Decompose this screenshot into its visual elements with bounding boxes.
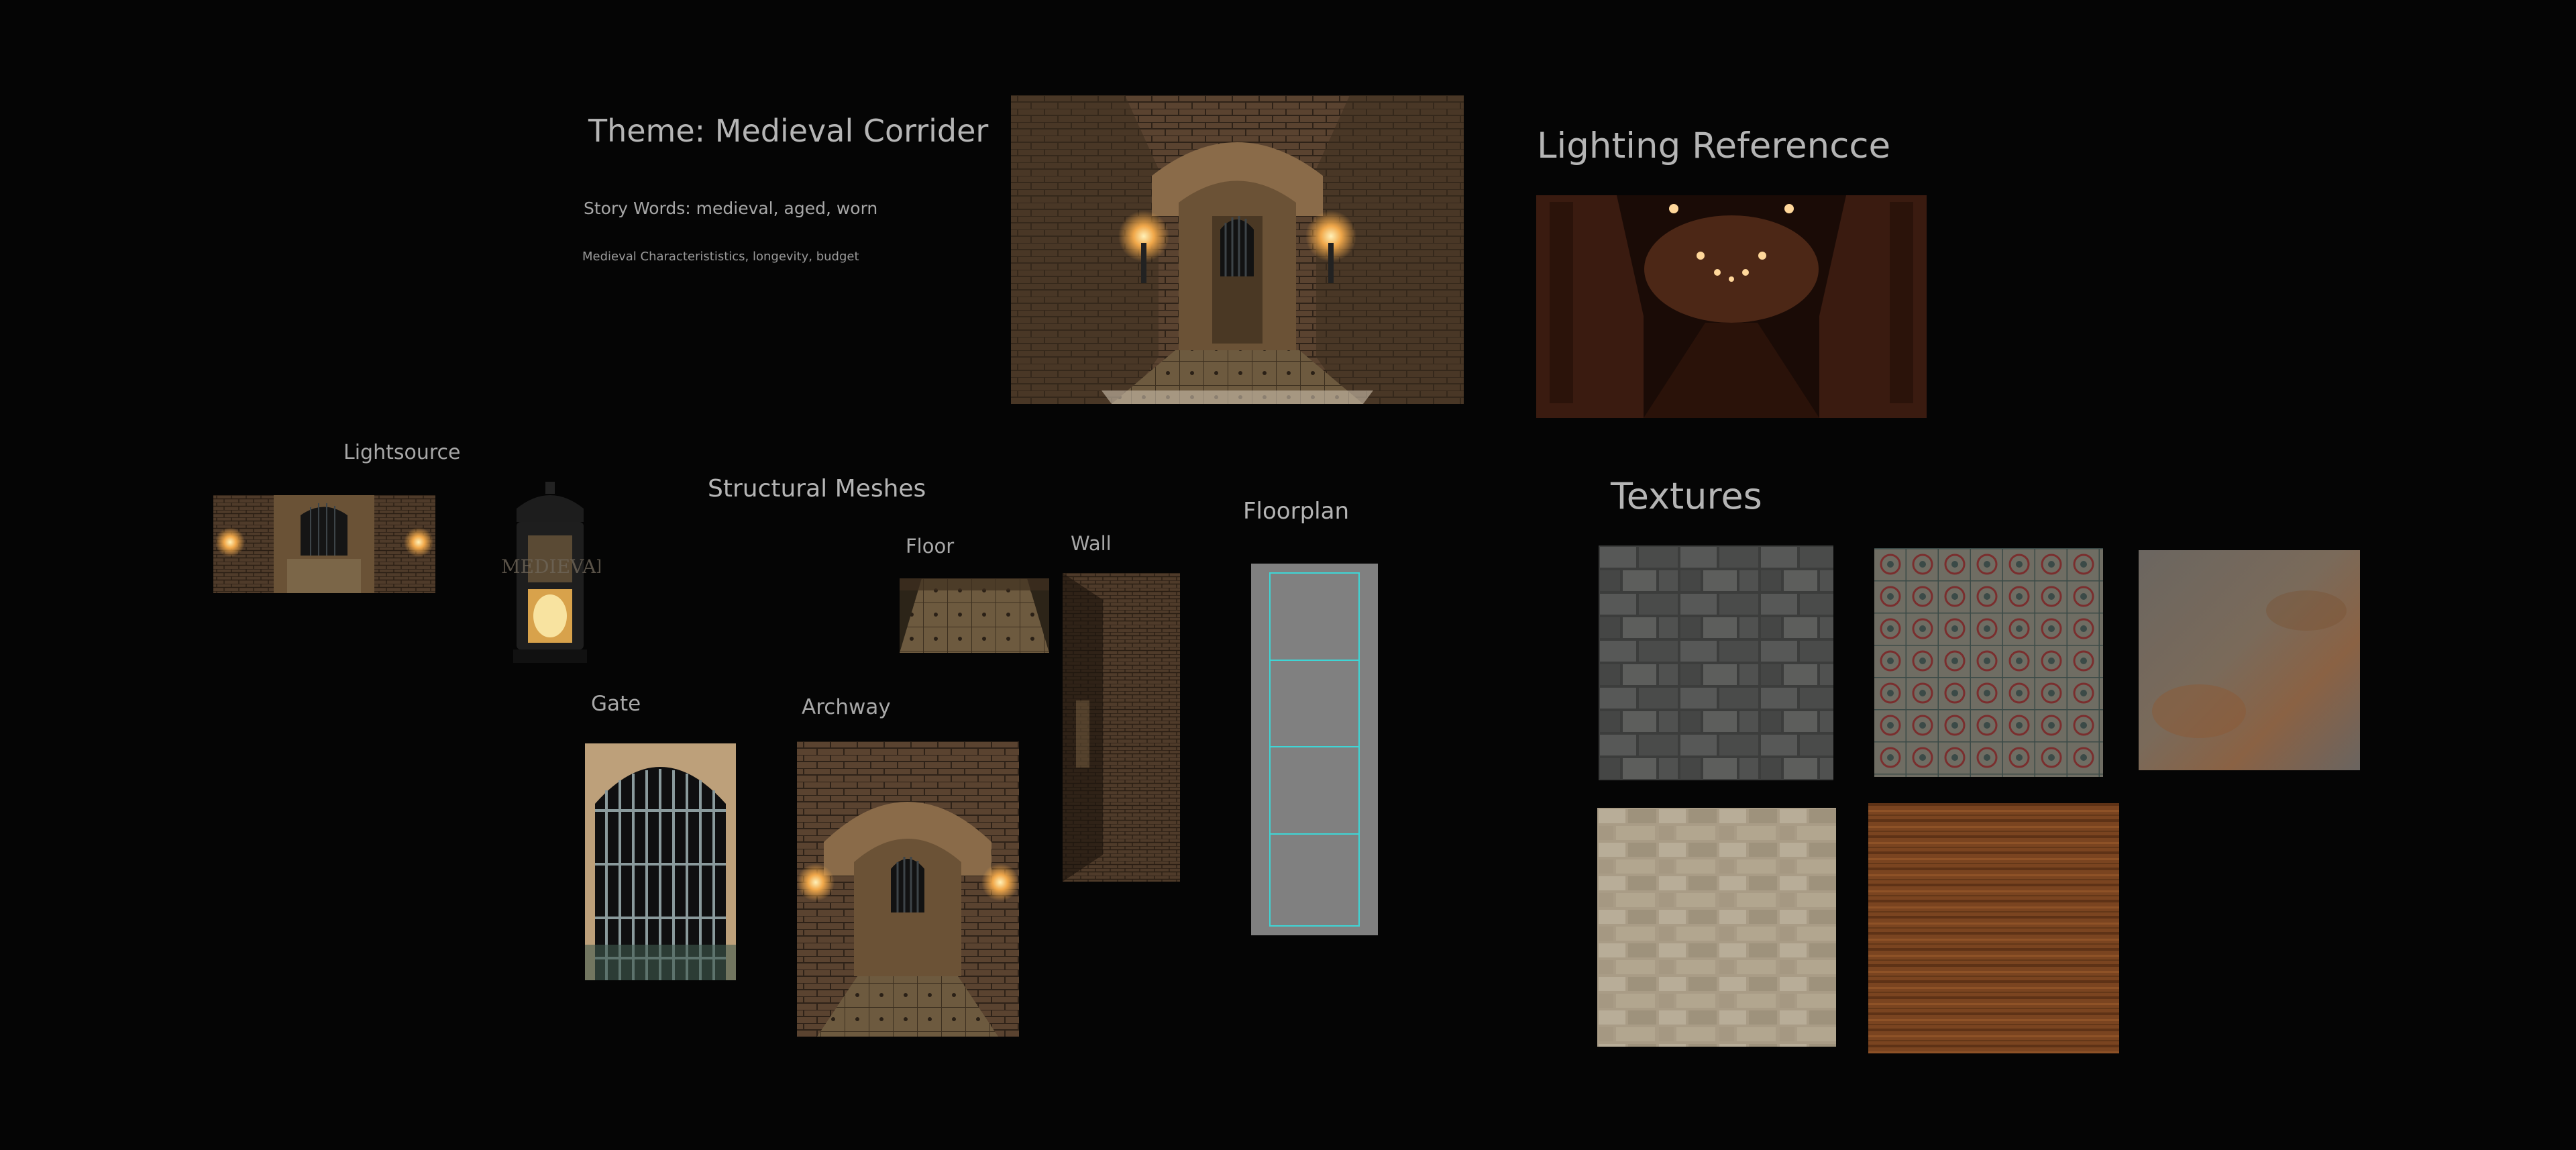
sandstone-brick-texture [1597, 808, 1836, 1047]
story-words: Story Words: medieval, aged, worn [584, 199, 878, 218]
lantern-watermark: MEDIEVAL [501, 556, 600, 578]
gate-label: Gate [591, 692, 641, 716]
wall-label: Wall [1071, 532, 1112, 555]
lighting-title: Lighting Referencce [1537, 125, 1891, 166]
corridor-reference-image [1011, 95, 1464, 404]
archway-label: Archway [802, 695, 891, 719]
theme-title: Theme: Medieval Corrider [588, 113, 989, 149]
rusted-metal-texture [2139, 550, 2360, 770]
characteristics-text: Medieval Characterististics, longevity, … [582, 250, 859, 264]
stone-wall-texture [1599, 545, 1833, 780]
floor-label: Floor [906, 535, 955, 558]
floorplan-image [1251, 564, 1378, 935]
archway-mesh-image [797, 741, 1019, 1037]
floorplan-label: Floorplan [1243, 498, 1349, 525]
lightsource-label: Lightsource [343, 441, 461, 464]
structural-meshes-title: Structural Meshes [708, 475, 926, 503]
gate-mesh-image [585, 743, 736, 980]
floor-mesh-image [900, 578, 1049, 653]
lantern-image: MEDIEVAL [500, 482, 600, 666]
lighting-reference-image [1536, 195, 1927, 418]
wall-mesh-image [1063, 573, 1180, 882]
lightsource-corridor-image [213, 495, 435, 593]
textures-title: Textures [1611, 475, 1762, 517]
wood-plank-texture [1868, 803, 2119, 1053]
tile-floor-texture [1874, 548, 2103, 777]
